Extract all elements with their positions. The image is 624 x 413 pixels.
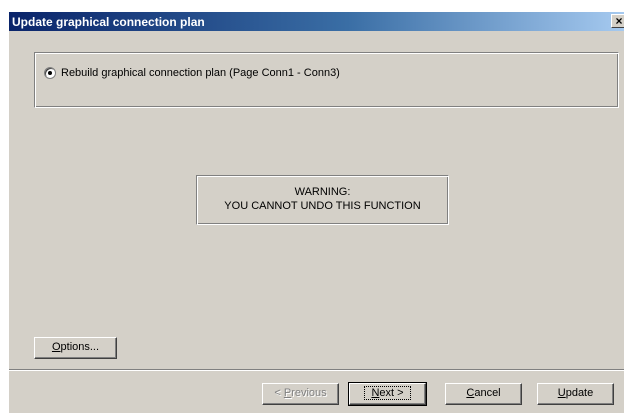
update-accel: U (557, 387, 566, 399)
previous-button[interactable]: < Previous (262, 383, 339, 405)
cancel-button[interactable]: Cancel (445, 383, 522, 405)
previous-prefix: < (274, 387, 284, 399)
update-label: pdate (565, 387, 594, 399)
rebuild-radio-label[interactable]: Rebuild graphical connection plan (Page … (61, 67, 340, 79)
next-focus-ring: Next > (364, 386, 411, 400)
window-title: Update graphical connection plan (12, 15, 205, 29)
rebuild-radio-option[interactable]: Rebuild graphical connection plan (Page … (44, 67, 340, 79)
options-accel: O (51, 341, 61, 353)
cancel-label: ancel (474, 387, 501, 399)
warning-panel: WARNING: YOU CANNOT UNDO THIS FUNCTION (196, 175, 449, 225)
radio-selected-dot (48, 71, 52, 75)
warning-title: WARNING: (294, 186, 351, 198)
footer-separator (9, 369, 624, 371)
rebuild-radio-button[interactable] (44, 67, 56, 79)
warning-message: YOU CANNOT UNDO THIS FUNCTION (224, 200, 421, 212)
dialog-window: Update graphical connection plan × Rebui… (8, 11, 624, 413)
close-button[interactable]: × (611, 14, 624, 28)
next-label: ext > (379, 387, 404, 399)
update-button[interactable]: Update (537, 383, 614, 405)
next-button[interactable]: Next > (348, 382, 427, 406)
options-label: ptions... (60, 341, 100, 353)
title-bar[interactable]: Update graphical connection plan × (9, 12, 624, 31)
options-groupbox (34, 52, 619, 108)
close-icon: × (615, 14, 623, 28)
previous-label: revious (291, 387, 327, 399)
options-button[interactable]: Options... (34, 337, 117, 359)
